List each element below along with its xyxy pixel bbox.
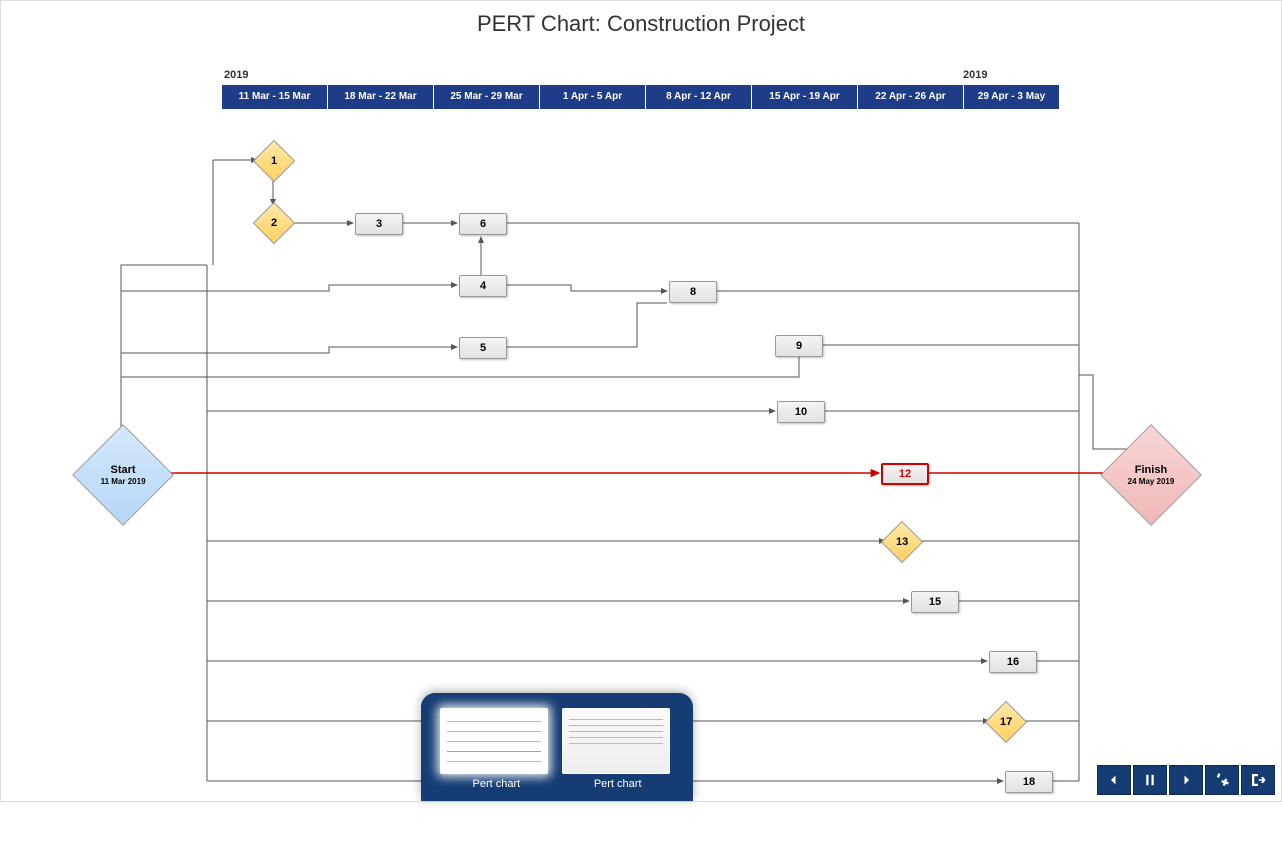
thumb-label: Pert chart (594, 778, 642, 790)
task-18[interactable]: 18 (1005, 771, 1053, 793)
pause-button[interactable] (1133, 765, 1167, 795)
thumb-label: Pert chart (472, 778, 520, 790)
exit-button[interactable] (1241, 765, 1275, 795)
year-left: 2019 (224, 69, 248, 81)
week-cell: 25 Mar - 29 Mar (434, 85, 540, 109)
task-3[interactable]: 3 (355, 213, 403, 235)
presentation-toolbar (1097, 765, 1275, 795)
week-cell: 8 Apr - 12 Apr (646, 85, 752, 109)
task-10[interactable]: 10 (777, 401, 825, 423)
next-button[interactable] (1169, 765, 1203, 795)
task-6[interactable]: 6 (459, 213, 507, 235)
task-8[interactable]: 8 (669, 281, 717, 303)
week-cell: 18 Mar - 22 Mar (328, 85, 434, 109)
prev-button[interactable] (1097, 765, 1131, 795)
week-cell: 1 Apr - 5 Apr (540, 85, 646, 109)
start-node[interactable]: Start11 Mar 2019 (72, 424, 174, 526)
diagram-canvas: 2019 2019 11 Mar - 15 Mar 18 Mar - 22 Ma… (1, 43, 1282, 793)
week-cell: 22 Apr - 26 Apr (858, 85, 964, 109)
week-cell: 15 Apr - 19 Apr (752, 85, 858, 109)
task-9[interactable]: 9 (775, 335, 823, 357)
thumb-pert-table[interactable]: Pert chart (562, 708, 674, 790)
milestone-13[interactable]: 13 (881, 521, 923, 563)
task-12-critical[interactable]: 12 (881, 463, 929, 485)
task-16[interactable]: 16 (989, 651, 1037, 673)
task-4[interactable]: 4 (459, 275, 507, 297)
task-5[interactable]: 5 (459, 337, 507, 359)
finish-node[interactable]: Finish24 May 2019 (1100, 424, 1202, 526)
view-switcher: Pert chart Pert chart (421, 693, 693, 801)
settings-button[interactable] (1205, 765, 1239, 795)
milestone-17[interactable]: 17 (985, 701, 1027, 743)
year-right: 2019 (963, 69, 987, 81)
week-cell: 11 Mar - 15 Mar (222, 85, 328, 109)
milestone-2[interactable]: 2 (253, 202, 295, 244)
milestone-1[interactable]: 1 (253, 140, 295, 182)
thumb-pert-diagram[interactable]: Pert chart (440, 708, 552, 790)
week-cell: 29 Apr - 3 May (964, 85, 1060, 109)
page-title: PERT Chart: Construction Project (1, 1, 1281, 43)
task-15[interactable]: 15 (911, 591, 959, 613)
